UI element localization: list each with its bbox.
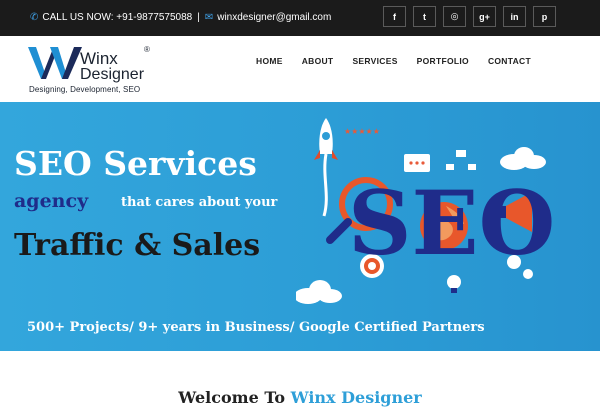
nav-portfolio[interactable]: PORTFOLIO xyxy=(417,56,469,66)
welcome-prefix: Welcome To xyxy=(178,388,291,407)
seo-art-text: SEO xyxy=(348,171,555,275)
winx-logo-mark-icon xyxy=(28,47,82,79)
top-bar: ✆ CALL US NOW: +91-9877575088 | ✉ winxde… xyxy=(0,0,600,36)
phone-icon: ✆ xyxy=(30,11,39,23)
email-icon: ✉ xyxy=(204,11,214,23)
contact-info: ✆ CALL US NOW: +91-9877575088 | ✉ winxde… xyxy=(30,12,331,23)
lightbulb-icon xyxy=(447,275,461,293)
hero-banner: SEO Services agency that cares about you… xyxy=(0,102,600,351)
rocket-icon xyxy=(314,118,338,217)
logo-tagline: Designing, Development, SEO xyxy=(29,85,141,94)
pinterest-icon[interactable]: p xyxy=(533,6,556,27)
site-header: Winx ® Designer Designing, Development, … xyxy=(0,36,600,102)
seo-illustration: ★★★★★ SEO xyxy=(296,118,555,304)
email-link[interactable]: winxdesigner@gmail.com xyxy=(217,12,331,23)
cloud-icon xyxy=(500,147,546,170)
banner-cares-text: that cares about your xyxy=(121,195,278,210)
sitemap-icon xyxy=(446,150,476,170)
main-nav: HOME ABOUT SERVICES PORTFOLIO CONTACT xyxy=(256,56,531,66)
google-plus-icon[interactable]: g+ xyxy=(473,6,496,27)
site-logo[interactable]: Winx ® Designer Designing, Development, … xyxy=(28,43,163,97)
phone-label: CALL US NOW: +91-9877575088 xyxy=(42,12,193,23)
nav-about[interactable]: ABOUT xyxy=(302,56,334,66)
nav-contact[interactable]: CONTACT xyxy=(488,56,531,66)
banner-agency: agency xyxy=(14,190,89,212)
cloud-icon xyxy=(296,280,342,304)
facebook-icon[interactable]: f xyxy=(383,6,406,27)
logo-name-bottom: Designer xyxy=(80,66,145,83)
nav-services[interactable]: SERVICES xyxy=(352,56,397,66)
welcome-brand: Winx Designer xyxy=(290,388,422,407)
nav-home[interactable]: HOME xyxy=(256,56,283,66)
contact-separator: | xyxy=(197,12,200,23)
svg-text:★★★★★: ★★★★★ xyxy=(344,127,380,136)
social-links: f t ◎ g+ in p xyxy=(383,6,556,27)
banner-headline: SEO Services xyxy=(14,144,257,183)
banner-traffic-sales: Traffic & Sales xyxy=(14,228,261,263)
logo-registered-mark: ® xyxy=(144,45,150,54)
twitter-icon[interactable]: t xyxy=(413,6,436,27)
speech-bubble-icon xyxy=(404,154,430,172)
linkedin-icon[interactable]: in xyxy=(503,6,526,27)
instagram-icon[interactable]: ◎ xyxy=(443,6,466,27)
banner-credentials: 500+ Projects/ 9+ years in Business/ Goo… xyxy=(27,320,485,335)
welcome-heading: Welcome To Winx Designer xyxy=(0,388,600,407)
